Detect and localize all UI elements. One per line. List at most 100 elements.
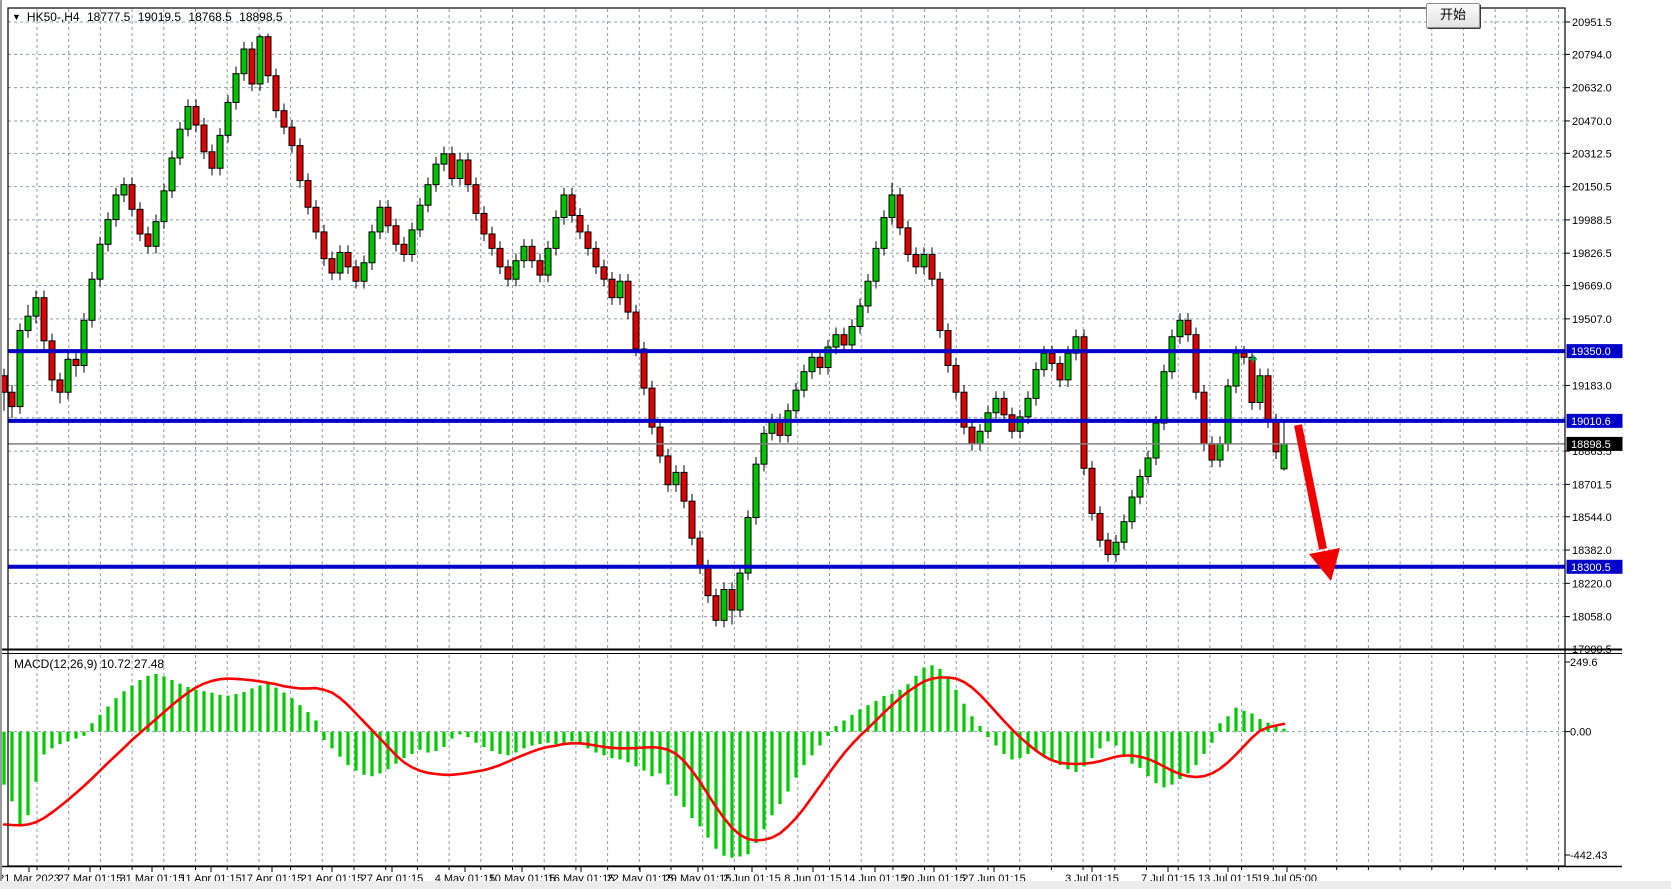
candle-down [641,349,647,388]
candle-up [561,195,567,218]
candle-down [1057,363,1063,379]
price-axis-label: 19988.5 [1572,215,1612,227]
ohlc-close: 18898.5 [239,10,282,24]
candle-up [873,248,879,281]
candle-up [33,298,39,316]
ohlc-open: 18777.5 [87,10,130,24]
chart-plot-area[interactable]: 20951.520794.020632.020470.020312.520150… [0,0,1671,889]
price-axis: 20951.520794.020632.020470.020312.520150… [1565,17,1623,656]
candle-up [889,195,895,218]
red-arrow-head[interactable] [1309,548,1340,581]
candle-up [241,49,247,74]
candle-up [753,464,759,517]
macd-histogram [4,665,1284,857]
candle-up [801,372,807,390]
candle-up [793,390,799,411]
candle-up [737,573,743,610]
candle-down [305,181,311,208]
macd-axis-label: 0.00 [1570,727,1591,739]
candle-up [105,220,111,245]
macd-axis-label: -442.43 [1570,850,1607,862]
candle-up [1153,423,1159,458]
candle-up [1225,386,1231,444]
candle-up [993,398,999,412]
candle-up [121,185,127,195]
candle-up [1121,522,1127,543]
candle-up [673,472,679,484]
candle-down [353,267,359,281]
candle-up [225,102,231,135]
vertical-gridlines [37,9,1559,865]
price-axis-label: 19507.0 [1572,314,1612,326]
candle-up [865,281,871,306]
candle-up [1233,353,1239,386]
candle-up [65,359,71,392]
candle-down [537,261,543,275]
candle-down [265,37,271,76]
candle-up [833,335,839,347]
candle-up [1065,353,1071,380]
candle-down [953,366,959,393]
candle-down [289,127,295,145]
candle-down [1081,337,1087,469]
start-button[interactable]: 开始 [1426,3,1480,28]
candle-up [1025,398,1031,416]
candle-up [513,261,519,279]
candle-up [257,37,263,84]
macd-indicator-label: MACD(12,26,9) 10.72 27.48 [14,657,164,671]
candle-down [505,267,511,279]
price-axis-label: 20470.0 [1572,116,1612,128]
candle-down [1265,376,1271,421]
candle-down [913,255,919,267]
price-axis-label: 19669.0 [1572,281,1612,293]
candle-up [233,74,239,103]
candle-down [129,185,135,210]
price-badge-label: 18300.5 [1571,562,1611,574]
candle-up [1169,337,1175,372]
chevron-down-icon[interactable]: ▼ [12,12,21,22]
candle-down [681,472,687,501]
price-axis-label: 19826.5 [1572,248,1612,260]
candle-down [713,596,719,621]
candle-down [697,538,703,567]
candle-down [1193,335,1199,393]
window-bottom-strip [0,881,1671,889]
candle-up [81,320,87,365]
candle-up [921,255,927,267]
trend-arrow[interactable] [1298,425,1340,581]
candle-up [857,306,863,327]
candle-up [977,431,983,443]
price-badge-label: 19010.6 [1571,416,1611,428]
candle-down [625,281,631,312]
candle-up [113,195,119,220]
price-lines [8,351,1565,567]
candle-down [473,185,479,214]
chart-title-bar: ▼HK50-,H4 18777.5 19019.5 18768.5 18898.… [12,10,287,24]
candle-up [17,331,23,407]
candle-down [329,259,335,273]
price-axis-label: 18544.0 [1572,512,1612,524]
candle-down [729,590,735,611]
candle-up [553,218,559,249]
candle-up [785,411,791,436]
candle-up [177,129,183,158]
candle-down [593,248,599,266]
candle-down [209,152,215,168]
candle-up [97,244,103,279]
candle-up [1177,320,1183,336]
candle-down [1201,392,1207,443]
candle-up [1217,444,1223,460]
candle-down [1049,353,1055,363]
candle-down [345,252,351,266]
ohlc-high: 19019.5 [138,10,181,24]
macd-axis-label: 249.6 [1570,657,1598,669]
candle-up [441,154,447,164]
candle-up [1033,370,1039,399]
price-axis-label: 18701.5 [1572,479,1612,491]
candle-down [385,207,391,225]
candle-down [9,392,15,406]
candle-up [745,518,751,573]
candle-down [193,107,199,125]
candle-down [137,209,143,234]
candle-up [377,207,383,232]
